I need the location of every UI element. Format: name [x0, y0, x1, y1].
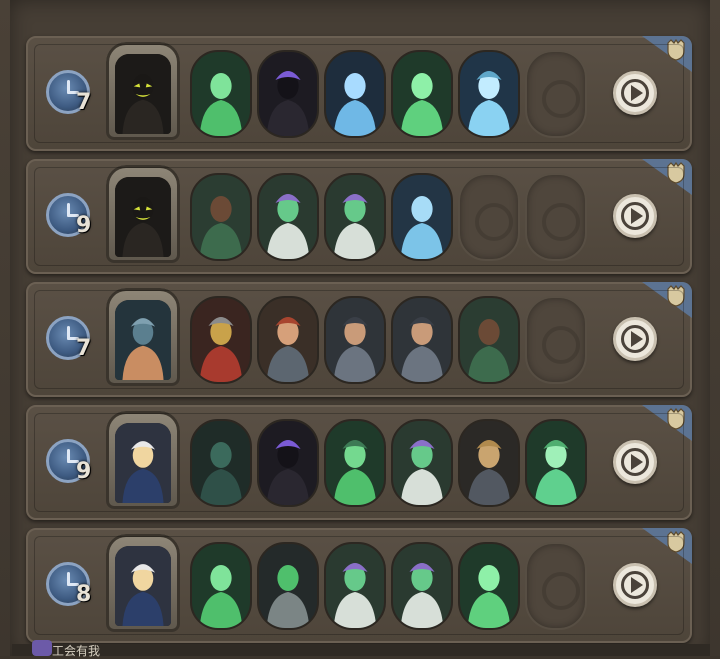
replay-button[interactable]: [613, 194, 657, 238]
boss-portrait[interactable]: [106, 42, 180, 140]
team-row: 9: [26, 405, 692, 520]
replay-ring-icon: [621, 448, 649, 476]
green-elf-hero[interactable]: [190, 542, 252, 630]
clock-icon: [46, 70, 90, 114]
clock-icon: [46, 562, 90, 606]
empty-slot: [458, 173, 520, 261]
play-icon: [631, 331, 643, 347]
green-bride-hero[interactable]: [324, 542, 386, 630]
shield-maiden-hero[interactable]: [324, 296, 386, 384]
green-bride-hero[interactable]: [324, 173, 386, 261]
shield-icon: [667, 408, 685, 430]
bottom-label: 工会有我: [52, 644, 101, 658]
dark-tree-boss: [115, 177, 171, 257]
team-row: 7: [26, 36, 692, 151]
green-bride-hero[interactable]: [391, 542, 453, 630]
card-dealer-hero[interactable]: [458, 419, 520, 507]
timer-value: 9: [76, 459, 92, 484]
green-bride-hero[interactable]: [391, 419, 453, 507]
replay-button[interactable]: [613, 563, 657, 607]
guild-badge-icon: [32, 640, 52, 656]
boss-frame: [106, 288, 180, 386]
empty-slot: [525, 296, 587, 384]
green-brute-hero[interactable]: [458, 542, 520, 630]
shield-icon: [667, 39, 685, 61]
ice-knight-hero[interactable]: [458, 50, 520, 138]
empty-slot: [525, 50, 587, 138]
boss-frame: [106, 165, 180, 263]
sailor-girl-boss: [115, 423, 171, 503]
boss-portrait[interactable]: [106, 288, 180, 386]
timer: 9: [46, 435, 96, 487]
ghost-king-hero[interactable]: [525, 419, 587, 507]
hooded-rogue-hero[interactable]: [257, 50, 319, 138]
water-mage-hero[interactable]: [190, 173, 252, 261]
boss-portrait[interactable]: [106, 534, 180, 632]
clock-icon: [46, 316, 90, 360]
shield-maiden-hero[interactable]: [391, 296, 453, 384]
frost-beast-hero[interactable]: [324, 50, 386, 138]
hooded-rogue-hero[interactable]: [257, 419, 319, 507]
team-row: 7: [26, 282, 692, 397]
empty-slot: [525, 173, 587, 261]
favorite-corner[interactable]: [642, 36, 692, 72]
shield-icon: [667, 531, 685, 553]
replay-ring-icon: [621, 571, 649, 599]
ice-archer-hero[interactable]: [391, 173, 453, 261]
clock-icon: [46, 193, 90, 237]
play-icon: [631, 577, 643, 593]
boss-frame: [106, 534, 180, 632]
dark-tree-boss: [115, 54, 171, 134]
shield-ghost-hero[interactable]: [257, 542, 319, 630]
timer-value: 8: [76, 582, 92, 607]
ghost-swordsman-hero[interactable]: [324, 419, 386, 507]
replay-button[interactable]: [613, 71, 657, 115]
boss-frame: [106, 42, 180, 140]
bottom-bar: 工会有我: [12, 640, 710, 658]
replay-button[interactable]: [613, 440, 657, 484]
timer: 8: [46, 558, 96, 610]
replay-ring-icon: [621, 202, 649, 230]
green-brute-hero[interactable]: [391, 50, 453, 138]
timer: 7: [46, 312, 96, 364]
timer-value: 9: [76, 213, 92, 238]
timer: 7: [46, 66, 96, 118]
boss-portrait[interactable]: [106, 165, 180, 263]
sea-queen-boss: [115, 300, 171, 380]
water-mage-hero[interactable]: [458, 296, 520, 384]
play-icon: [631, 454, 643, 470]
favorite-corner[interactable]: [642, 528, 692, 564]
empty-slot: [525, 542, 587, 630]
boss-frame: [106, 411, 180, 509]
red-knight-hero[interactable]: [190, 296, 252, 384]
replay-ring-icon: [621, 325, 649, 353]
timer: 9: [46, 189, 96, 241]
timer-value: 7: [76, 336, 92, 361]
replay-button[interactable]: [613, 317, 657, 361]
bearded-warrior-hero[interactable]: [257, 296, 319, 384]
team-row: 9: [26, 159, 692, 274]
shield-icon: [667, 285, 685, 307]
tentacle-beast-hero[interactable]: [190, 419, 252, 507]
green-bride-hero[interactable]: [257, 173, 319, 261]
favorite-corner[interactable]: [642, 405, 692, 441]
sailor-girl-boss: [115, 546, 171, 626]
replay-ring-icon: [621, 79, 649, 107]
timer-value: 7: [76, 90, 92, 115]
play-icon: [631, 208, 643, 224]
favorite-corner[interactable]: [642, 159, 692, 195]
clock-icon: [46, 439, 90, 483]
shield-icon: [667, 162, 685, 184]
favorite-corner[interactable]: [642, 282, 692, 318]
green-elf-hero[interactable]: [190, 50, 252, 138]
boss-portrait[interactable]: [106, 411, 180, 509]
team-row: 8: [26, 528, 692, 643]
play-icon: [631, 85, 643, 101]
